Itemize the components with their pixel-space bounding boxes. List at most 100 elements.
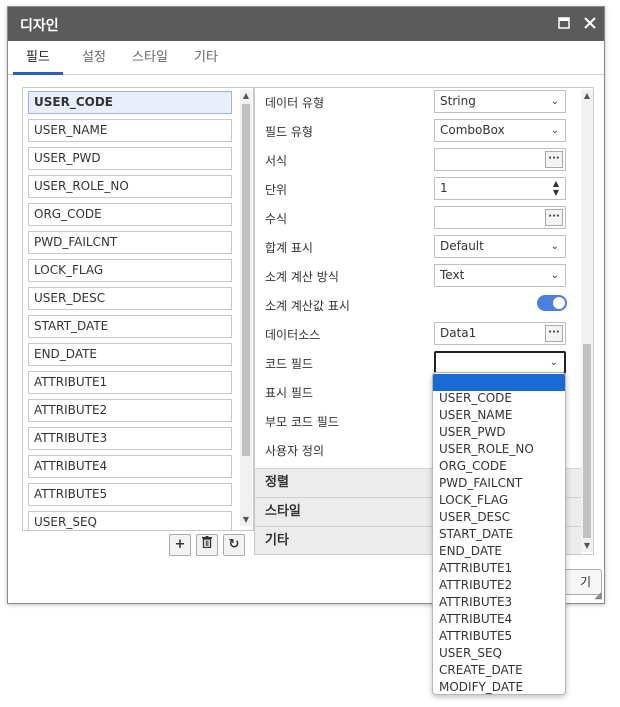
- field-item[interactable]: USER_NAME: [28, 119, 232, 142]
- chevron-down-icon: ⌄: [550, 125, 559, 136]
- datasource-label: 데이터소스: [265, 328, 321, 342]
- field-item[interactable]: ATTRIBUTE1: [28, 371, 232, 394]
- field-item[interactable]: USER_CODE: [28, 91, 232, 114]
- dropdown-option[interactable]: USER_ROLE_NO: [433, 441, 565, 458]
- dropdown-option-empty[interactable]: [433, 374, 565, 391]
- dropdown-option[interactable]: USER_DESC: [433, 509, 565, 526]
- toggle-knob: [553, 297, 565, 309]
- tab-style[interactable]: 스타일: [122, 41, 178, 75]
- dropdown-option[interactable]: CREATE_DATE: [433, 662, 565, 679]
- dropdown-option[interactable]: ATTRIBUTE1: [433, 560, 565, 577]
- field-item[interactable]: ATTRIBUTE3: [28, 427, 232, 450]
- dropdown-option[interactable]: ATTRIBUTE5: [433, 628, 565, 645]
- field-item[interactable]: ATTRIBUTE4: [28, 455, 232, 478]
- dropdown-option[interactable]: ATTRIBUTE3: [433, 594, 565, 611]
- unit-value: 1: [440, 181, 448, 195]
- subtotal-display-label: 소계 계산값 표시: [265, 299, 350, 313]
- subtotal-display-toggle[interactable]: [537, 295, 567, 311]
- format-input[interactable]: ···: [434, 148, 566, 171]
- field-item[interactable]: USER_DESC: [28, 287, 232, 310]
- unit-stepper[interactable]: 1 ▲ ▼: [434, 177, 566, 200]
- dropdown-option[interactable]: END_DATE: [433, 543, 565, 560]
- close-button-label: 기: [579, 575, 591, 589]
- field-item[interactable]: ATTRIBUTE5: [28, 483, 232, 506]
- subtotal-method-select[interactable]: Text ⌄: [434, 264, 566, 287]
- dropdown-option[interactable]: USER_NAME: [433, 407, 565, 424]
- total-display-select[interactable]: Default ⌄: [434, 235, 566, 258]
- field-type-value: ComboBox: [440, 123, 505, 137]
- dropdown-option[interactable]: LOCK_FLAG: [433, 492, 565, 509]
- window-title: 디자인: [20, 18, 59, 34]
- total-display-value: Default: [440, 239, 484, 253]
- field-type-select[interactable]: ComboBox ⌄: [434, 119, 566, 142]
- refresh-button[interactable]: ↻: [223, 534, 245, 556]
- code-field-select[interactable]: ⌄: [434, 351, 566, 374]
- dropdown-option[interactable]: ORG_CODE: [433, 458, 565, 475]
- tab-settings[interactable]: 설정: [72, 41, 116, 75]
- dropdown-option[interactable]: USER_PWD: [433, 424, 565, 441]
- total-display-label: 합계 표시: [265, 241, 313, 255]
- close-icon[interactable]: [580, 14, 600, 34]
- data-type-value: String: [440, 94, 476, 108]
- trash-icon: [202, 536, 212, 552]
- dropdown-option[interactable]: PWD_FAILCNT: [433, 475, 565, 492]
- format-label: 서식: [265, 154, 288, 168]
- field-item[interactable]: ATTRIBUTE2: [28, 399, 232, 422]
- chevron-down-icon: ⌄: [550, 96, 559, 107]
- dropdown-option[interactable]: USER_CODE: [433, 390, 565, 407]
- add-field-button[interactable]: +: [169, 534, 191, 556]
- data-type-select[interactable]: String ⌄: [434, 90, 566, 113]
- formula-input[interactable]: ···: [434, 206, 566, 229]
- ellipsis-icon[interactable]: ···: [545, 151, 563, 168]
- code-field-label: 코드 필드: [265, 357, 313, 371]
- tab-field[interactable]: 필드: [13, 41, 63, 75]
- data-type-label: 데이터 유형: [265, 96, 325, 110]
- scroll-down-icon[interactable]: ▼: [240, 514, 252, 526]
- field-item[interactable]: USER_SEQ: [28, 511, 232, 530]
- dropdown-option[interactable]: START_DATE: [433, 526, 565, 543]
- scrollbar-thumb[interactable]: [583, 344, 591, 538]
- scroll-down-icon[interactable]: ▼: [581, 540, 593, 552]
- resize-grip-icon[interactable]: ◢: [594, 590, 602, 601]
- dropdown-option[interactable]: ATTRIBUTE4: [433, 611, 565, 628]
- code-field-dropdown: USER_CODE USER_NAME USER_PWD USER_ROLE_N…: [432, 372, 566, 695]
- ellipsis-icon[interactable]: ···: [545, 209, 563, 226]
- datasource-input[interactable]: Data1 ···: [434, 322, 566, 345]
- maximize-icon[interactable]: [554, 14, 574, 34]
- chevron-down-icon: ⌄: [549, 357, 558, 368]
- field-item[interactable]: ORG_CODE: [28, 203, 232, 226]
- scrollbar-thumb[interactable]: [242, 104, 250, 456]
- plus-icon: +: [174, 537, 186, 552]
- dropdown-option[interactable]: USER_SEQ: [433, 645, 565, 662]
- dropdown-option[interactable]: MODIFY_DATE: [433, 679, 565, 694]
- display-field-label: 표시 필드: [265, 386, 313, 400]
- refresh-icon: ↻: [228, 537, 240, 552]
- tab-etc[interactable]: 기타: [184, 41, 228, 75]
- field-type-label: 필드 유형: [265, 125, 313, 139]
- title-bar[interactable]: 디자인: [8, 7, 604, 41]
- chevron-down-icon: ⌄: [550, 270, 559, 281]
- field-item[interactable]: PWD_FAILCNT: [28, 231, 232, 254]
- dropdown-option[interactable]: ATTRIBUTE2: [433, 577, 565, 594]
- spinner-icon[interactable]: ▲ ▼: [553, 179, 559, 197]
- tab-bar: 필드 설정 스타일 기타: [8, 41, 604, 75]
- formula-label: 수식: [265, 212, 288, 226]
- field-list: USER_CODE USER_NAME USER_PWD USER_ROLE_N…: [22, 87, 254, 531]
- field-item[interactable]: LOCK_FLAG: [28, 259, 232, 282]
- datasource-value: Data1: [440, 326, 477, 340]
- properties-scrollbar[interactable]: ▲ ▼: [581, 90, 593, 552]
- unit-label: 단위: [265, 183, 288, 197]
- field-item[interactable]: USER_ROLE_NO: [28, 175, 232, 198]
- parent-code-field-label: 부모 코드 필드: [265, 415, 339, 429]
- field-item[interactable]: START_DATE: [28, 315, 232, 338]
- scroll-up-icon[interactable]: ▲: [581, 90, 593, 102]
- ellipsis-icon[interactable]: ···: [545, 325, 563, 342]
- user-defined-label: 사용자 정의: [265, 444, 325, 458]
- scroll-up-icon[interactable]: ▲: [240, 90, 252, 102]
- subtotal-method-label: 소계 계산 방식: [265, 270, 339, 284]
- delete-field-button[interactable]: [196, 534, 218, 556]
- field-item[interactable]: USER_PWD: [28, 147, 232, 170]
- field-item[interactable]: END_DATE: [28, 343, 232, 366]
- field-list-scrollbar[interactable]: ▲ ▼: [240, 90, 252, 526]
- subtotal-method-value: Text: [440, 268, 465, 282]
